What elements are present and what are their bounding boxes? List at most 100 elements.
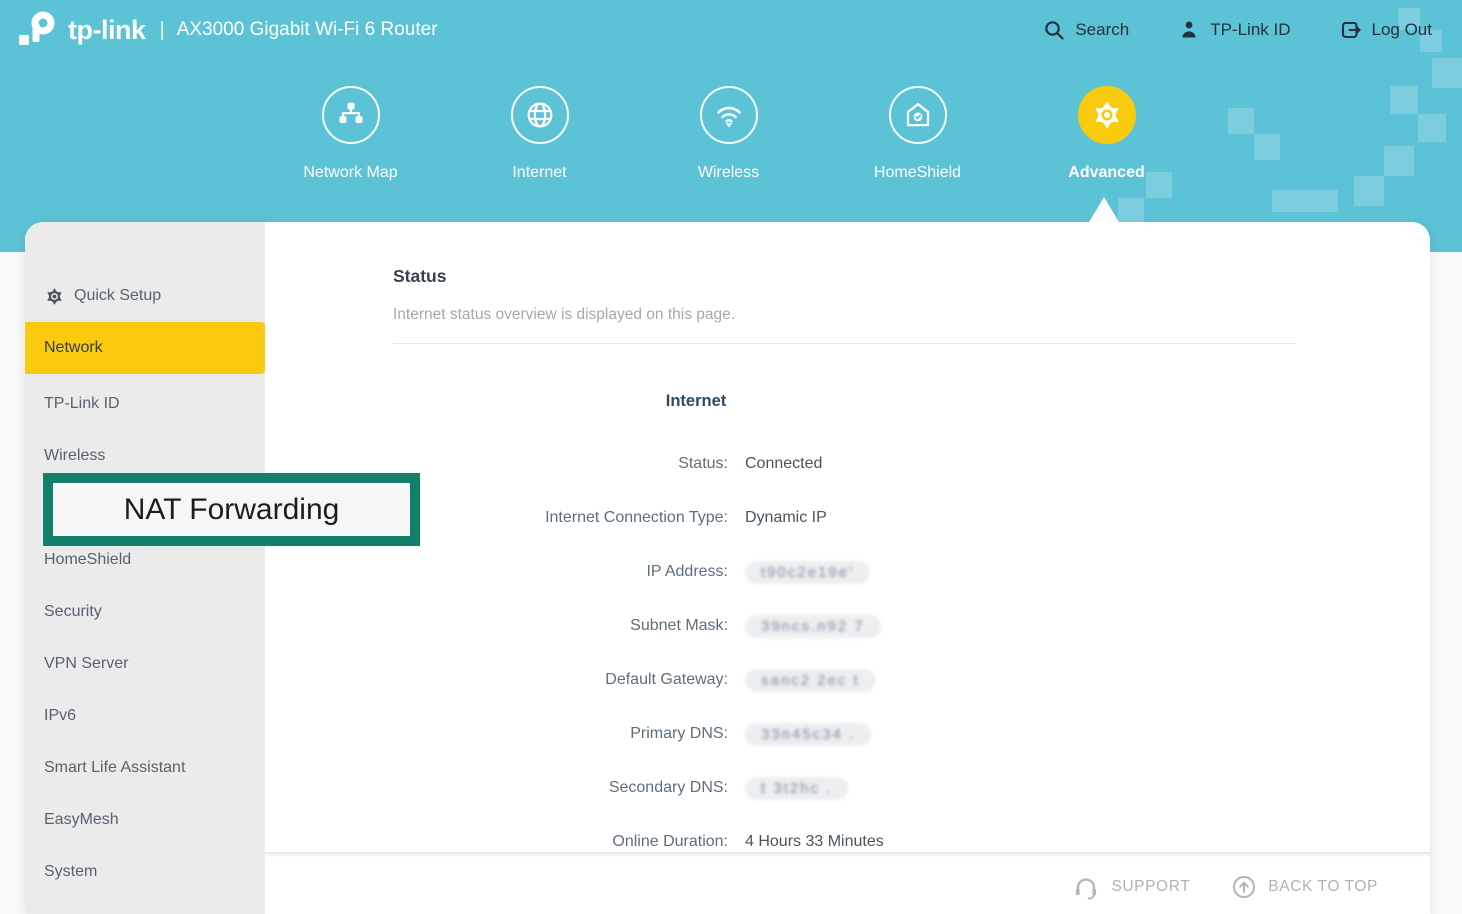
footer-divider	[265, 852, 1430, 857]
nat-forwarding-annotation-callout[interactable]: NAT Forwarding	[43, 473, 420, 546]
deco-square	[1228, 108, 1254, 134]
router-model-title: AX3000 Gigabit Wi-Fi 6 Router	[177, 19, 438, 41]
back-to-top-label: BACK TO TOP	[1268, 878, 1378, 896]
sidebar-item-smart-life-assistant[interactable]: Smart Life Assistant	[25, 742, 265, 794]
search-label: Search	[1075, 20, 1129, 40]
online-duration-row: Online Duration: 4 Hours 33 Minutes	[393, 830, 1313, 854]
topbar-actions: Search TP-Link ID Log Out	[1042, 18, 1432, 42]
sidebar: Quick Setup Network TP-Link ID Wireless …	[25, 222, 265, 914]
divider	[393, 343, 1296, 344]
sidebar-item-system[interactable]: System	[25, 846, 265, 898]
nav-item-wireless[interactable]: Wireless	[653, 86, 804, 182]
brand-separator: |	[160, 19, 165, 42]
sidebar-item-label: System	[44, 863, 97, 881]
sidebar-item-label: Smart Life Assistant	[44, 759, 185, 777]
top-bar: tp-link | AX3000 Gigabit Wi-Fi 6 Router …	[0, 0, 1462, 60]
footer-actions: SUPPORT BACK TO TOP	[1071, 872, 1378, 902]
tplink-id-button[interactable]: TP-Link ID	[1177, 18, 1290, 42]
active-tab-pointer	[1089, 197, 1119, 222]
subnet-mask-row: Subnet Mask: 39ncs.n92 7	[393, 614, 1313, 638]
sidebar-item-quick-setup[interactable]: Quick Setup	[25, 270, 265, 322]
home-shield-icon	[889, 86, 947, 144]
nav-item-network-map[interactable]: Network Map	[275, 86, 426, 182]
sidebar-item-vpn-server[interactable]: VPN Server	[25, 638, 265, 690]
deco-square	[1354, 176, 1384, 206]
sidebar-item-tplink-id[interactable]: TP-Link ID	[25, 378, 265, 430]
nav-item-advanced[interactable]: Advanced	[1031, 86, 1182, 182]
sidebar-item-network[interactable]: Network	[25, 322, 265, 374]
gear-icon	[44, 286, 65, 307]
sidebar-item-label: Security	[44, 603, 102, 621]
brand: tp-link	[14, 10, 146, 50]
nav-label: Advanced	[1068, 164, 1144, 182]
row-value: 4 Hours 33 Minutes	[745, 833, 884, 851]
sidebar-item-easymesh[interactable]: EasyMesh	[25, 794, 265, 846]
deco-square	[1272, 190, 1338, 212]
back-to-top-button[interactable]: BACK TO TOP	[1230, 873, 1378, 901]
secondary-dns-row: Secondary DNS: t 3t2hc .	[393, 776, 1313, 800]
internet-section-title: Internet	[626, 392, 766, 411]
sidebar-item-ipv6[interactable]: IPv6	[25, 690, 265, 742]
nav-label: Internet	[512, 164, 566, 182]
annotation-label: NAT Forwarding	[124, 493, 340, 527]
tplink-id-label: TP-Link ID	[1210, 20, 1290, 40]
page-title: Status	[393, 266, 446, 287]
arrow-up-circle-icon	[1230, 873, 1258, 901]
support-button[interactable]: SUPPORT	[1071, 872, 1190, 902]
row-value-redacted: t90c2e19e'	[745, 561, 870, 584]
row-label: Subnet Mask:	[393, 617, 728, 635]
logout-label: Log Out	[1372, 20, 1433, 40]
network-map-icon	[322, 86, 380, 144]
sidebar-item-label: Quick Setup	[74, 287, 161, 305]
connection-type-row: Internet Connection Type: Dynamic IP	[393, 506, 1313, 530]
logout-icon	[1339, 18, 1363, 42]
deco-square	[1432, 58, 1462, 88]
sidebar-item-security[interactable]: Security	[25, 586, 265, 638]
deco-square	[1118, 198, 1144, 224]
status-row: Status: Connected	[393, 452, 1313, 476]
row-label: IP Address:	[393, 563, 728, 581]
default-gateway-row: Default Gateway: sanc2 2ec t	[393, 668, 1313, 692]
person-icon	[1177, 18, 1201, 42]
nav-label: HomeShield	[874, 164, 961, 182]
row-value: Connected	[745, 455, 822, 473]
row-label: Online Duration:	[393, 833, 728, 851]
page-subtitle: Internet status overview is displayed on…	[393, 306, 735, 324]
brand-name: tp-link	[68, 15, 146, 46]
globe-icon	[511, 86, 569, 144]
sidebar-item-label: Network	[44, 339, 103, 357]
logout-button[interactable]: Log Out	[1339, 18, 1433, 42]
support-label: SUPPORT	[1111, 878, 1190, 896]
main-panel: Quick Setup Network TP-Link ID Wireless …	[25, 222, 1430, 914]
deco-square	[1254, 134, 1280, 160]
row-label: Secondary DNS:	[393, 779, 728, 797]
search-button[interactable]: Search	[1042, 18, 1129, 42]
main-nav: Network Map Internet Wireless	[275, 86, 1182, 182]
row-label: Primary DNS:	[393, 725, 728, 743]
row-value: Dynamic IP	[745, 509, 827, 527]
sidebar-item-label: VPN Server	[44, 655, 128, 673]
row-label: Internet Connection Type:	[393, 509, 728, 527]
deco-square	[1418, 114, 1446, 142]
row-value-redacted: sanc2 2ec t	[745, 669, 876, 692]
search-icon	[1042, 18, 1066, 42]
headset-icon	[1071, 872, 1101, 902]
nav-label: Wireless	[698, 164, 759, 182]
row-label: Default Gateway:	[393, 671, 728, 689]
nav-item-internet[interactable]: Internet	[464, 86, 615, 182]
sidebar-item-label: Wireless	[44, 447, 105, 465]
row-value-redacted: t 3t2hc .	[745, 777, 848, 800]
sidebar-item-label: HomeShield	[44, 551, 131, 569]
deco-square	[1390, 86, 1418, 114]
gear-icon	[1078, 86, 1136, 144]
row-value-redacted: 33n45c34 .	[745, 723, 871, 746]
deco-square	[1384, 146, 1414, 176]
sidebar-item-label: EasyMesh	[44, 811, 119, 829]
ip-address-row: IP Address: t90c2e19e'	[393, 560, 1313, 584]
row-label: Status:	[393, 455, 728, 473]
wifi-icon	[700, 86, 758, 144]
sidebar-item-label: TP-Link ID	[44, 395, 120, 413]
nav-item-homeshield[interactable]: HomeShield	[842, 86, 993, 182]
tp-link-logo-icon	[14, 10, 60, 50]
sidebar-item-label: IPv6	[44, 707, 76, 725]
